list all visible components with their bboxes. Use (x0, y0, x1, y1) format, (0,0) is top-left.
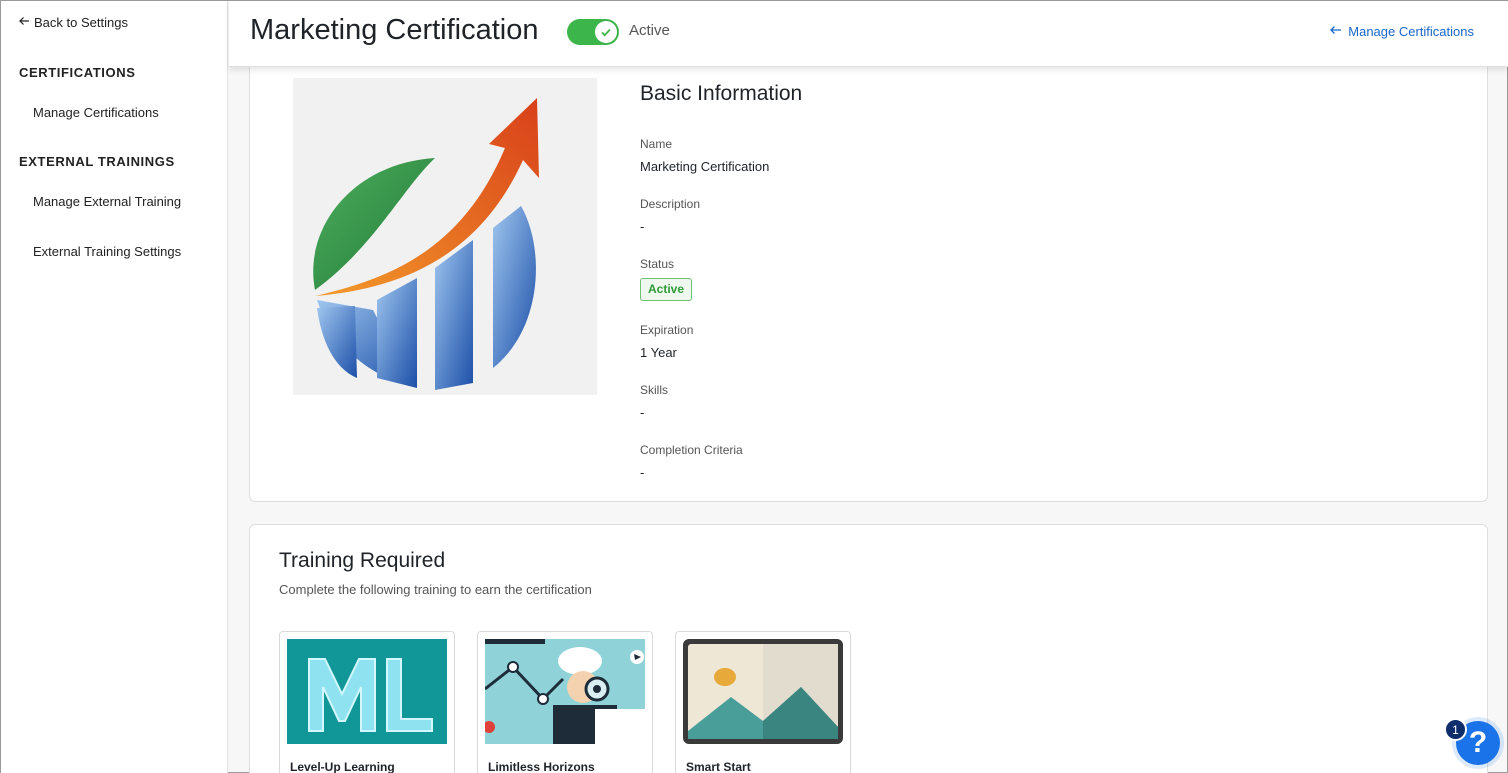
training-required-subtitle: Complete the following training to earn … (279, 582, 592, 597)
training-name: Limitless Horizons (488, 760, 595, 773)
sidebar-item-external-training-settings[interactable]: External Training Settings (33, 244, 181, 259)
section-heading-external-trainings: EXTERNAL TRAININGS (19, 154, 175, 169)
back-to-settings-link[interactable]: Back to Settings (18, 15, 128, 30)
expiration-label: Expiration (640, 323, 694, 337)
manage-certifications-label: Manage Certifications (1348, 24, 1474, 39)
training-card-limitless-horizons[interactable]: Limitless Horizons (477, 631, 653, 773)
skills-label: Skills (640, 383, 669, 397)
training-name: Level-Up Learning (290, 760, 395, 773)
training-card-smart-start[interactable]: Smart Start (675, 631, 851, 773)
certification-logo-image (293, 78, 597, 395)
description-label: Description (640, 197, 701, 211)
arrow-left-icon (1329, 24, 1342, 39)
training-required-heading: Training Required (279, 549, 446, 572)
page-header: Marketing Certification Active Manage Ce… (229, 1, 1508, 67)
toggle-status-label: Active (629, 22, 670, 39)
completion-criteria-value: - (640, 465, 645, 480)
name-label: Name (640, 137, 673, 151)
manage-certifications-link[interactable]: Manage Certifications (1329, 24, 1474, 39)
section-heading-certifications: CERTIFICATIONS (19, 65, 136, 80)
training-required-card: Training Required Complete the following… (249, 524, 1488, 773)
name-value: Marketing Certification (640, 159, 770, 174)
sidebar-item-manage-external-training[interactable]: Manage External Training (33, 194, 181, 209)
settings-sidebar: Back to Settings CERTIFICATIONS Manage C… (1, 1, 228, 773)
skills-value: - (640, 405, 645, 420)
back-to-settings-label: Back to Settings (34, 15, 128, 30)
training-thumbnail-ml (287, 639, 447, 744)
help-notification-count: 1 (1444, 718, 1467, 741)
training-thumbnail-placeholder-image (683, 639, 843, 744)
description-value: - (640, 219, 645, 234)
status-label: Status (640, 257, 675, 271)
check-icon (601, 28, 611, 37)
basic-information-heading: Basic Information (640, 82, 803, 105)
active-toggle[interactable] (567, 19, 619, 45)
arrow-left-icon (18, 15, 30, 30)
training-card-level-up-learning[interactable]: Level-Up Learning (279, 631, 455, 773)
page-title: Marketing Certification (250, 14, 539, 46)
status-badge: Active (640, 278, 693, 301)
expiration-value: 1 Year (640, 345, 677, 360)
training-thumbnail-analyst (485, 639, 645, 744)
training-name: Smart Start (686, 760, 751, 773)
completion-criteria-label: Completion Criteria (640, 443, 743, 457)
toggle-knob (595, 21, 617, 43)
sidebar-item-manage-certifications[interactable]: Manage Certifications (33, 105, 159, 120)
basic-information-card: Basic Information Name Marketing Certifi… (249, 41, 1488, 502)
